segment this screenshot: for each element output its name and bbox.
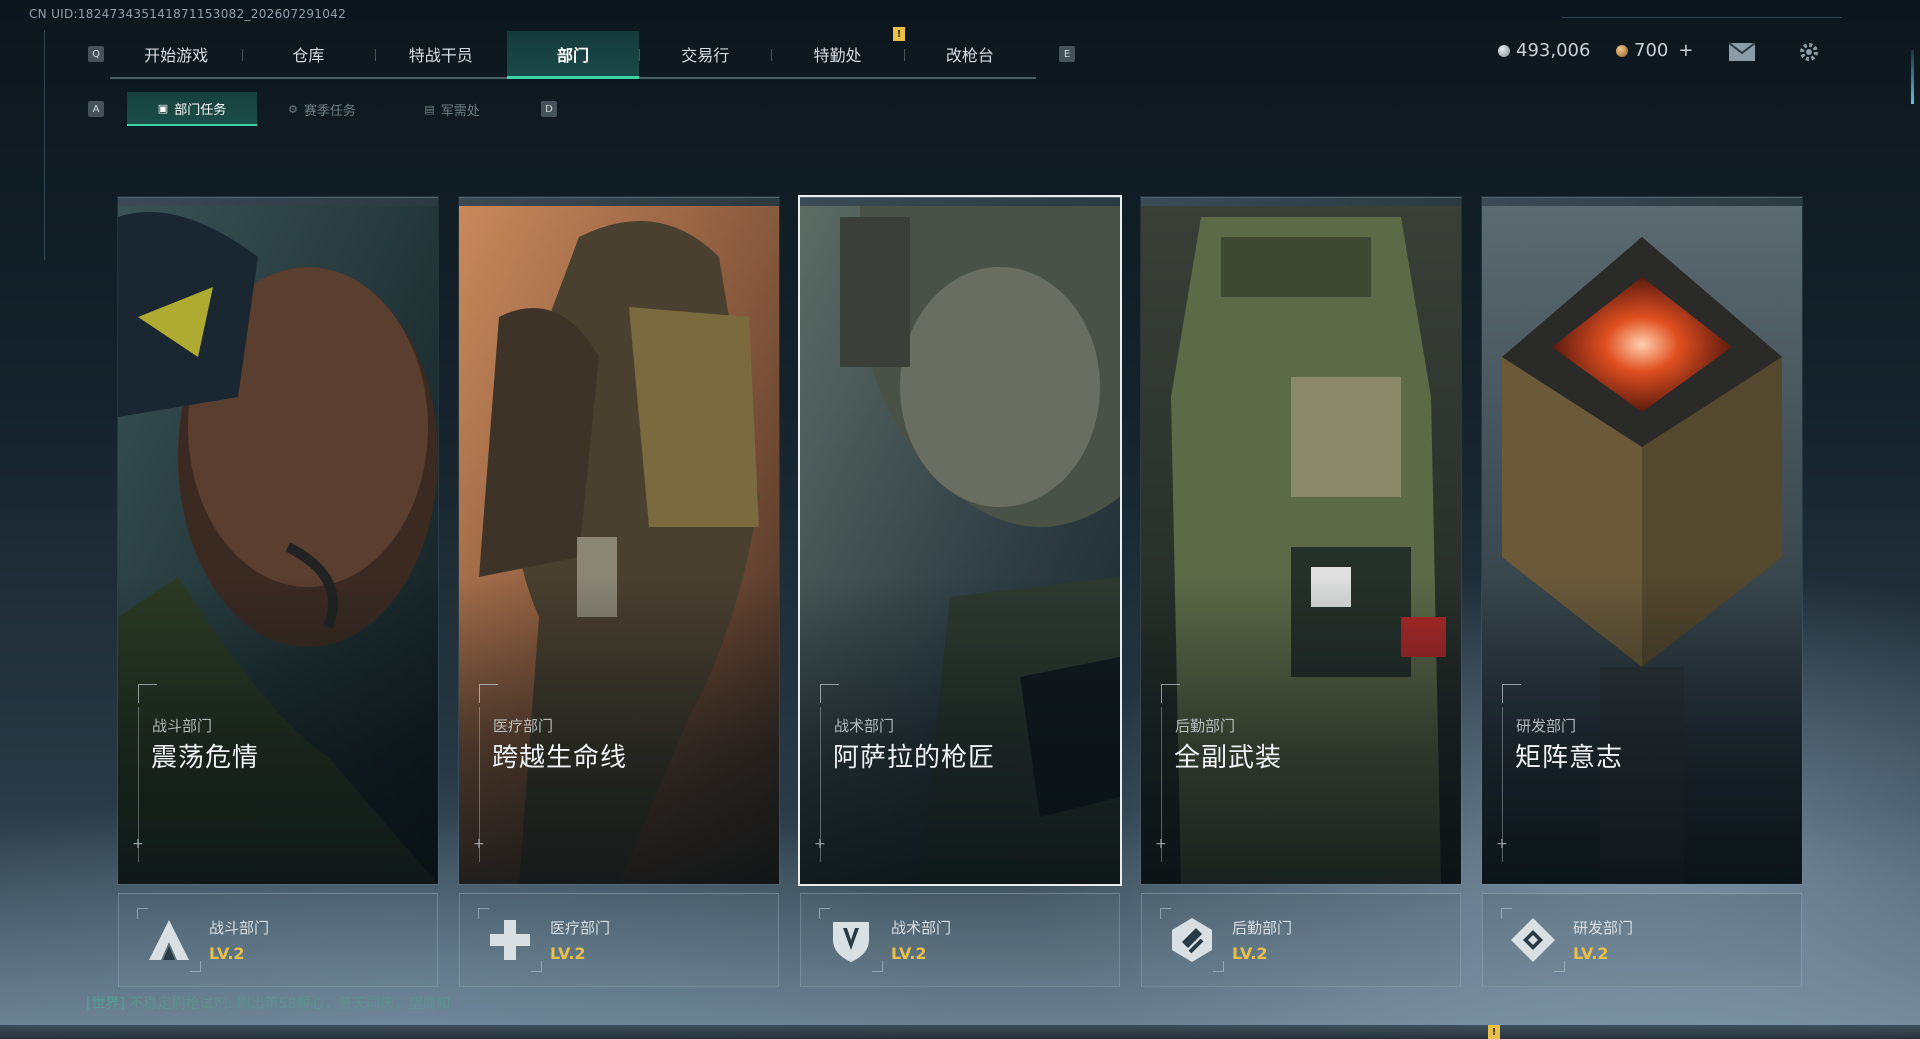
tab-warehouse[interactable]: 仓库 [242,31,374,77]
subnav-left-key-hint[interactable]: A [88,101,104,117]
dept-card-tactical[interactable]: + 战术部门 阿萨拉的枪匠 [800,197,1120,884]
world-chat-message[interactable]: [世界] 不稳定刷枪试剂: 刷出第58颗心，普天同庆，望周知 [86,993,450,1013]
subtab-season-tasks[interactable]: ⚙ 赛季任务 [257,92,387,126]
nav-right-key-hint[interactable]: E [1059,46,1075,62]
chat-text: : 刷出第58颗心，普天同庆，望周知 [227,996,451,1012]
panel-dept-name: 研发部门 [1573,919,1634,937]
tab-special-ops[interactable]: 特勤处 [771,31,903,77]
card-shade [800,197,1120,884]
card-shade [459,197,779,884]
card-dept-label: 医疗部门 [493,717,554,735]
subtab-supply[interactable]: ▤ 军需处 [387,92,517,126]
notification-badge: ! [893,27,905,41]
dept-card-research[interactable]: + 研发部门 矩阵意志 [1482,197,1802,884]
supply-icon: ▤ [424,102,435,116]
panel-dept-level: LV.2 [891,944,927,963]
silver-coin-icon [1498,44,1510,57]
card-corner-decoration [1502,684,1521,703]
card-plus-decoration: + [473,836,485,852]
bottom-notification-badge: ! [1488,1025,1500,1039]
subnav-right-key-hint[interactable]: D [541,101,557,117]
logistics-dept-icon [1160,908,1224,972]
card-dept-label: 战术部门 [834,717,895,735]
card-corner-decoration [1161,684,1180,703]
card-plus-decoration: + [814,836,826,852]
dept-panel-combat[interactable]: 战斗部门 LV.2 [118,893,438,987]
combat-dept-icon [137,908,201,972]
dept-panel-research[interactable]: 研发部门 LV.2 [1482,893,1802,987]
chat-channel: [世界] [86,996,125,1012]
dept-card-combat[interactable]: + 战斗部门 震荡危情 [118,197,438,884]
panel-dept-level: LV.2 [209,944,245,963]
dept-card-medical[interactable]: + 医疗部门 跨越生命线 [459,197,779,884]
tab-operators[interactable]: 特战干员 [374,31,507,77]
panel-dept-level: LV.2 [1573,944,1609,963]
dept-panel-logistics[interactable]: 后勤部门 LV.2 [1141,893,1461,987]
card-title: 矩阵意志 [1515,743,1624,773]
tab-departments[interactable]: 部门 [506,31,640,79]
top-right-decoration [1562,17,1842,18]
card-header-strip [118,197,438,206]
card-plus-decoration: + [1155,836,1167,852]
left-edge-decoration [44,30,45,260]
tactical-dept-icon [819,908,883,972]
uid-label: CN UID:18247343514187115308​2_2026072910… [29,7,347,21]
card-corner-decoration [820,684,839,703]
card-dept-label: 研发部门 [1516,717,1577,735]
gold-coin-icon [1616,44,1628,57]
silver-currency: 493,006 [1498,40,1590,61]
card-title: 震荡危情 [151,743,260,773]
tab-start-game[interactable]: 开始游戏 [110,31,242,77]
card-header-strip [459,197,779,206]
medical-dept-icon [478,908,542,972]
gold-amount: 700 [1634,40,1669,61]
card-header-strip [1482,197,1802,206]
subtab-dept-tasks[interactable]: ▣ 部门任务 [127,92,257,126]
card-shade [1141,197,1461,884]
panel-dept-level: LV.2 [1232,944,1268,963]
panel-dept-name: 战斗部门 [209,919,270,937]
dept-card-logistics[interactable]: + 后勤部门 全副武装 [1141,197,1461,884]
tab-trading[interactable]: 交易行 [639,31,771,77]
tab-gunsmith[interactable]: 改枪台 [903,31,1036,77]
nav-left-key-hint[interactable]: Q [88,46,104,62]
card-corner-decoration [138,684,157,703]
panel-dept-name: 医疗部门 [550,919,611,937]
mail-icon[interactable] [1728,40,1756,64]
gear-icon[interactable] [1795,40,1823,64]
card-plus-decoration: + [1496,836,1508,852]
task-icon: ▣ [157,101,169,115]
subtab-dept-tasks-label: 部门任务 [174,102,227,118]
season-icon: ⚙ [288,102,298,116]
card-title: 全副武装 [1174,743,1283,773]
card-title: 阿萨拉的枪匠 [833,743,996,773]
card-shade [118,197,438,884]
dept-panel-medical[interactable]: 医疗部门 LV.2 [459,893,779,987]
silver-amount: 493,006 [1516,40,1591,61]
subtab-supply-label: 军需处 [440,103,480,119]
panel-dept-name: 后勤部门 [1232,919,1293,937]
card-header-strip [1141,197,1461,206]
card-title: 跨越生命线 [492,743,628,773]
card-header-strip [800,197,1120,206]
card-dept-label: 后勤部门 [1175,717,1236,735]
right-scroll-indicator [1911,50,1914,104]
card-dept-label: 战斗部门 [152,717,213,735]
card-corner-decoration [479,684,498,703]
dept-panel-tactical[interactable]: 战术部门 LV.2 [800,893,1120,987]
panel-dept-level: LV.2 [550,944,586,963]
panel-dept-name: 战术部门 [891,919,952,937]
research-dept-icon [1501,908,1565,972]
card-plus-decoration: + [132,836,144,852]
gold-currency[interactable]: 700 + [1616,40,1693,61]
chat-sender: 不稳定刷枪试剂 [129,996,228,1012]
add-gold-button[interactable]: + [1678,40,1693,61]
subtab-season-tasks-label: 赛季任务 [303,103,356,119]
bottom-bar [0,1025,1920,1039]
card-shade [1482,197,1802,884]
sub-nav: ▣ 部门任务 ⚙ 赛季任务 ▤ 军需处 [127,92,517,126]
